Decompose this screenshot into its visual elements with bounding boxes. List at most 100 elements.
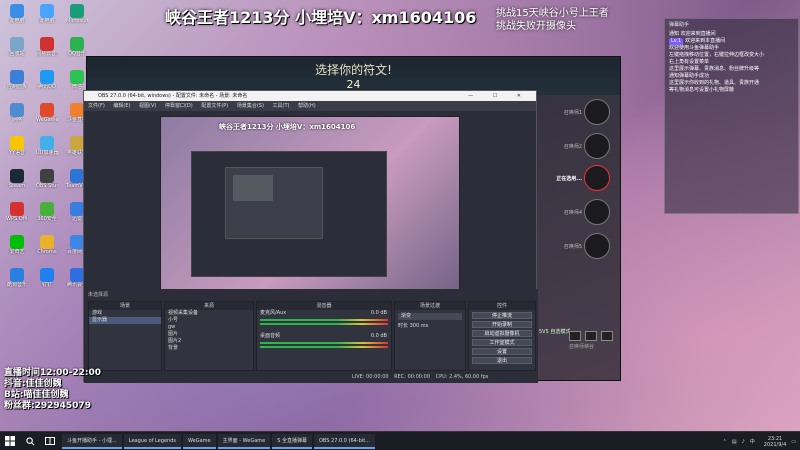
clock[interactable]: 23:21 2021/9/4 [764, 436, 786, 448]
taskbar-app-wegame[interactable]: WeGame [183, 433, 216, 449]
windows-start-icon[interactable] [0, 432, 20, 450]
mixer-dock: 混音器 麦克风/Aux 0.0 dB 桌面音频 0.0 dB [256, 301, 392, 371]
emote-button[interactable] [601, 331, 613, 341]
menu-file[interactable]: 文件(F) [88, 103, 105, 109]
desktop-icon[interactable]: 爱奇艺 [6, 235, 28, 255]
chat-message: 等礼物消息可设置小礼物屏蔽 [665, 87, 798, 94]
summoner-slot-4[interactable] [584, 199, 610, 225]
volume-icon[interactable]: ♪ [742, 439, 745, 445]
source-item[interactable]: 背景 [165, 345, 253, 352]
desktop-icon[interactable]: 此电脑 [36, 4, 58, 24]
virtual-camera-button[interactable]: 启动虚拟摄像机 [472, 330, 532, 337]
desktop-icon-label: OBS Studio [36, 183, 58, 189]
desktop-icon[interactable]: 网易云音乐 [36, 37, 58, 57]
summoner-slot-2[interactable] [584, 133, 610, 159]
desktop-icon[interactable]: 回收站 [6, 37, 28, 57]
taskbar-app-obs[interactable]: OBS 27.0.0 (64-bit... [314, 433, 375, 449]
app-icon [40, 136, 54, 150]
volume-meter [260, 342, 388, 344]
menu-docks[interactable]: 停靠窗口(D) [165, 103, 193, 109]
tray-chevron-icon[interactable]: ⌃ [723, 439, 727, 445]
studio-mode-button[interactable]: 工作室模式 [472, 339, 532, 346]
chat-button[interactable] [569, 331, 581, 341]
desktop-icon[interactable]: Microsoft Edge [66, 4, 88, 24]
app-icon [70, 268, 84, 282]
challenge-line-2: 挑战失败开摄像头 [496, 21, 576, 32]
exit-button[interactable]: 退出 [472, 357, 532, 364]
taskbar-app-lol[interactable]: League of Legends [123, 433, 181, 449]
desktop-icon[interactable]: 腾讯QQ [36, 70, 58, 90]
slot-label-5: 召唤师5 [563, 244, 582, 250]
rune-title: 选择你的符文! [315, 63, 392, 77]
source-item[interactable]: 小号 [165, 317, 253, 324]
volume-slider[interactable] [260, 346, 388, 348]
source-item[interactable]: 视频采集设备 [165, 310, 253, 317]
notification-icon[interactable]: ▭ [791, 439, 796, 445]
scene-item[interactable]: 显示器 [89, 317, 161, 324]
menu-scene-collection[interactable]: 场景集合(S) [237, 103, 264, 109]
desktop-icon[interactable]: 此电脑 [6, 4, 28, 24]
desktop-icon[interactable]: 微信 [66, 70, 88, 90]
desktop-icon[interactable]: 360安全 [36, 202, 58, 222]
transition-duration[interactable]: 时长 300 ms [395, 323, 465, 330]
desktop-icon-label: QQ音乐 [68, 51, 86, 57]
desktop-icon[interactable]: UU加速器 [36, 136, 58, 156]
obs-titlebar[interactable]: OBS 27.0.0 (64-bit, windows) - 配置文件: 未命名… [84, 91, 536, 101]
desktop-icon-label: 回收站 [9, 51, 25, 57]
desktop-icon[interactable]: OBS Studio [36, 169, 58, 189]
desktop-icon-label: 酷狗音乐 [6, 282, 27, 288]
menu-help[interactable]: 帮助(H) [298, 103, 316, 109]
scene-item[interactable]: 游戏 [89, 310, 161, 317]
desktop-icon[interactable]: Chrome [36, 235, 58, 255]
search-icon[interactable] [20, 432, 40, 450]
summoner-slot-5[interactable] [584, 233, 610, 259]
taskbar-app-douyu[interactable]: 斗鱼开播助手 - 小埋... [62, 433, 122, 449]
desktop-icon[interactable]: QQ音乐 [66, 37, 88, 57]
obs-menubar: 文件(F) 编辑(E) 视图(V) 停靠窗口(D) 配置文件(P) 场景集合(S… [84, 101, 536, 111]
settings-button[interactable]: 设置 [472, 348, 532, 355]
app-icon [10, 103, 24, 117]
desktop-icon-label: 此电脑 [9, 18, 25, 24]
system-tray: ⌃ ▤ ♪ 中 23:21 2021/9/4 ▭ [723, 432, 796, 450]
menu-profile[interactable]: 配置文件(P) [201, 103, 228, 109]
sources-dock: 来源 视频采集设备 小号 gw 图片 图片2 背景 [164, 301, 254, 371]
taskbar-app-danmu[interactable]: S 全直播弹幕 [272, 433, 312, 449]
desktop-icon[interactable]: 控制面板 [6, 70, 28, 90]
source-item[interactable]: gw [165, 324, 253, 331]
rune-edit-button[interactable] [585, 331, 597, 341]
sources-title: 来源 [165, 302, 253, 310]
desktop-icon[interactable]: WeGame [36, 103, 58, 123]
summoner-slot-1[interactable] [584, 99, 610, 125]
desktop-icon-label: 钉钉 [41, 282, 52, 288]
volume-slider[interactable] [260, 323, 388, 325]
desktop-icon[interactable]: WPS Office [6, 202, 28, 222]
obs-title: OBS 27.0.0 (64-bit, windows) - 配置文件: 未命名… [98, 93, 248, 99]
desktop-icon-label: 爱奇艺 [9, 249, 25, 255]
start-recording-button[interactable]: 开始录制 [472, 321, 532, 328]
source-item[interactable]: 图片2 [165, 338, 253, 345]
source-item[interactable]: 图片 [165, 331, 253, 338]
desktop-icon[interactable]: 酷狗音乐 [6, 268, 28, 288]
network-icon[interactable]: ▤ [732, 439, 737, 445]
transition-select[interactable]: 渐变 [398, 313, 462, 320]
summoner-slot-3[interactable] [584, 165, 610, 191]
chat-lines: 通知 欢迎来到直播间 Lv.1 欢迎来到本直播间 欢迎使用斗鱼弹幕助手 左键拖拽移动位置… [665, 31, 798, 94]
desktop-icon[interactable]: 钉钉 [36, 268, 58, 288]
mixer-channel-name: 麦克风/Aux 0.0 dB [260, 310, 387, 316]
scenes-title: 场景 [89, 302, 161, 310]
ime-icon[interactable]: 中 [750, 438, 755, 445]
menu-edit[interactable]: 编辑(E) [113, 103, 130, 109]
menu-view[interactable]: 视图(V) [139, 103, 156, 109]
menu-tools[interactable]: 工具(T) [273, 103, 290, 109]
desktop-icon[interactable]: Steam [6, 169, 28, 189]
obs-window[interactable]: OBS 27.0.0 (64-bit, windows) - 配置文件: 未命名… [83, 90, 538, 383]
window-controls[interactable]: — ☐ ✕ [468, 91, 530, 101]
desktop-icon[interactable]: 网络 [6, 103, 28, 123]
taskbar-app-wegame-main[interactable]: 主界面 - WeGame [217, 433, 271, 449]
desktop-icon[interactable]: YY语音 [6, 136, 28, 156]
schedule-line: 抖音:佳佳创魏 [4, 379, 62, 389]
danmu-chat-panel[interactable]: 弹幕助手 通知 欢迎来到直播间 Lv.1 欢迎来到本直播间 欢迎使用斗鱼弹幕助手 左键拖… [664, 18, 799, 214]
task-view-icon[interactable] [40, 432, 60, 450]
app-icon [10, 235, 24, 249]
stop-streaming-button[interactable]: 停止推流 [472, 312, 532, 319]
